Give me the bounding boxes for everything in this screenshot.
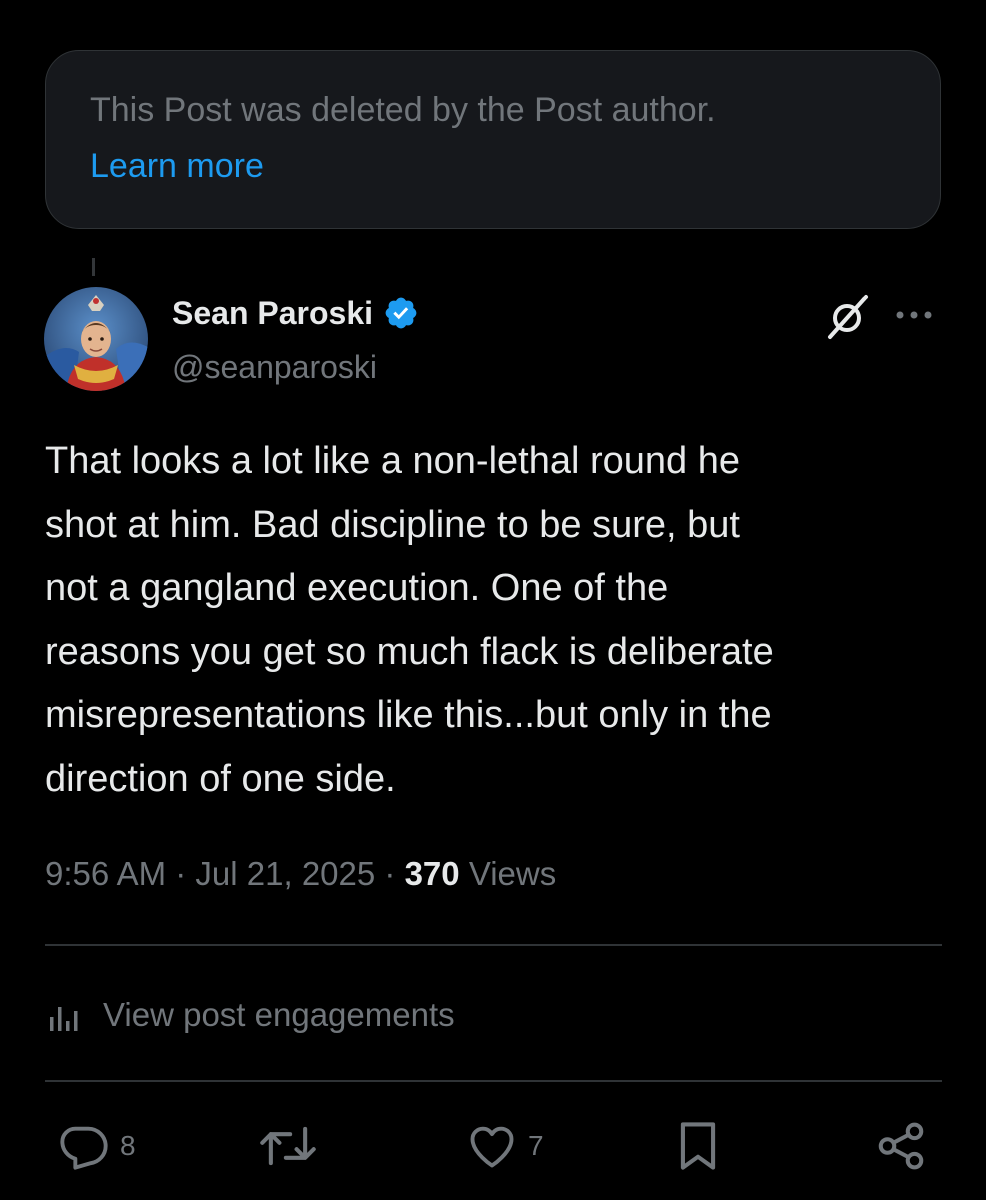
repost-button[interactable] [258, 1118, 318, 1174]
like-count: 7 [528, 1130, 544, 1161]
bar-chart-icon [50, 1007, 78, 1031]
grok-icon[interactable] [822, 293, 872, 343]
repost-icon [260, 1126, 316, 1166]
post-time[interactable]: 9:56 AM [45, 855, 166, 892]
learn-more-link[interactable]: Learn more [90, 143, 264, 189]
bookmark-icon [680, 1122, 716, 1170]
meta-separator: · [175, 855, 187, 892]
like-button[interactable]: 7 [466, 1118, 544, 1174]
share-icon [878, 1122, 924, 1170]
share-button[interactable] [874, 1118, 928, 1174]
deleted-post-notice: This Post was deleted by the Post author… [45, 50, 941, 229]
view-post-engagements-button[interactable]: View post engagements [45, 992, 455, 1038]
post-meta: 9:56 AM · Jul 21, 2025 · 370 Views [45, 852, 556, 896]
reply-icon [60, 1126, 108, 1170]
reply-count: 8 [120, 1130, 136, 1161]
more-options-icon[interactable] [886, 300, 942, 330]
deleted-post-text: This Post was deleted by the Post author… [90, 91, 716, 129]
post-text: That looks a lot like a non-lethal round… [45, 440, 774, 800]
post-date[interactable]: Jul 21, 2025 [195, 855, 375, 892]
meta-separator: · [384, 855, 396, 892]
views-count: 370 [404, 855, 460, 892]
view-post-engagements-label: View post engagements [103, 996, 455, 1033]
author-name-row[interactable]: Sean Paroski [172, 293, 419, 333]
reply-button[interactable]: 8 [58, 1118, 136, 1174]
author-handle[interactable]: @seanparoski [172, 347, 377, 387]
views-label: Views [468, 855, 557, 892]
heart-icon [470, 1126, 514, 1168]
bookmark-button[interactable] [672, 1118, 724, 1174]
author-name[interactable]: Sean Paroski [172, 293, 373, 333]
divider [45, 1080, 942, 1082]
verified-badge-icon [385, 297, 417, 329]
avatar[interactable] [44, 287, 148, 391]
thread-connector-line [92, 258, 95, 276]
divider [45, 944, 942, 946]
